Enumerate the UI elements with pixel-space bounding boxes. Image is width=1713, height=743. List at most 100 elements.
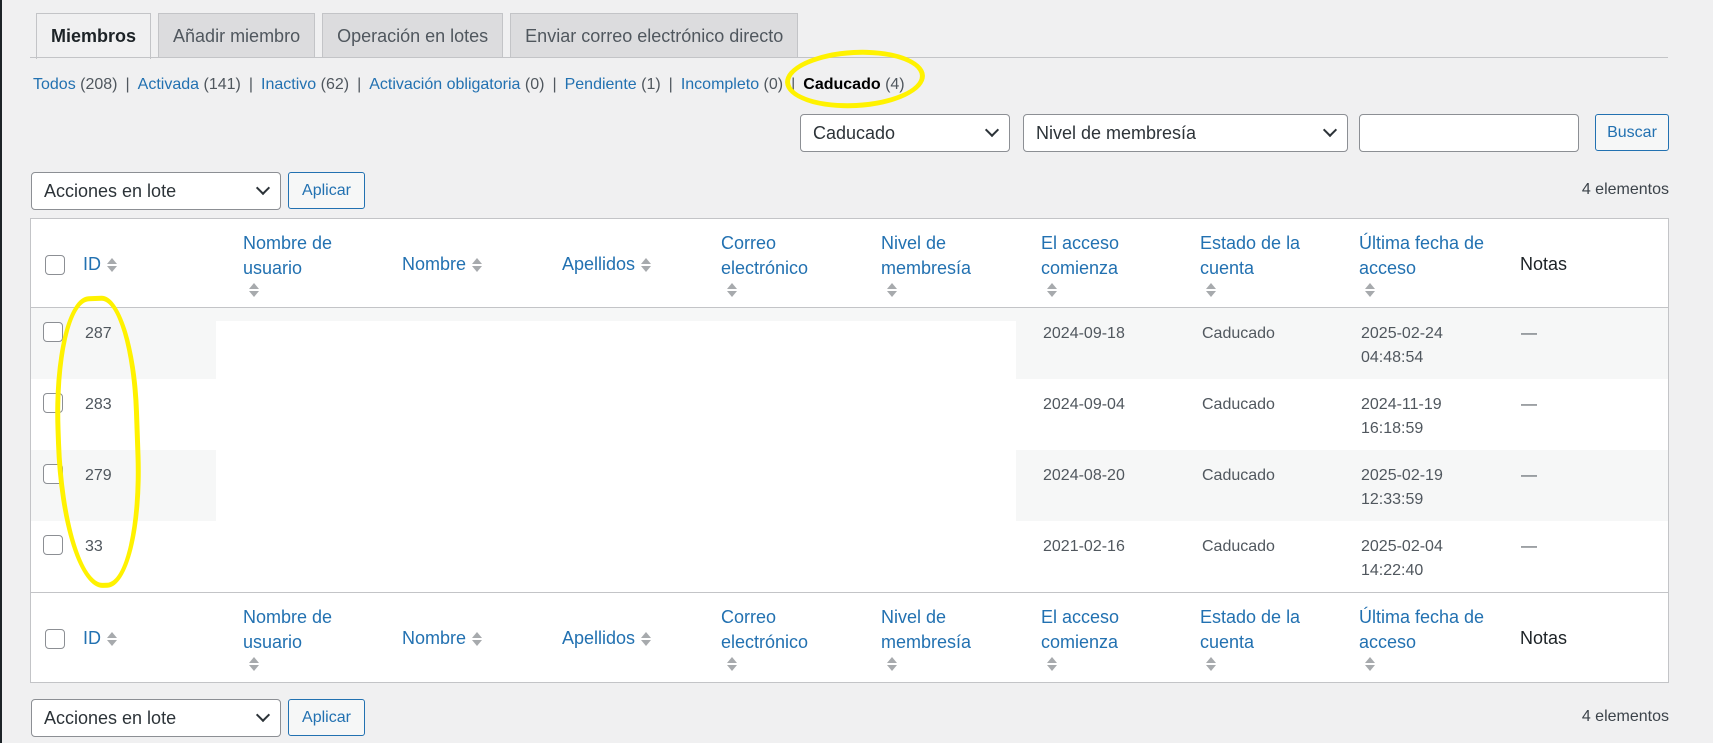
column-footer-last-name[interactable]: Apellidos [562, 626, 652, 651]
column-account-status-label: Estado de la cuenta [1200, 233, 1301, 278]
cell-last-access: 2025-02-04 14:22:40 [1361, 538, 1443, 579]
chevron-down-icon [255, 180, 271, 196]
column-username-label: Nombre de usuario [243, 607, 333, 652]
cell-last-access: 2025-02-19 12:33:59 [1361, 467, 1443, 508]
select-all-checkbox[interactable] [45, 255, 65, 275]
column-last-access-label: Última fecha de acceso [1359, 233, 1485, 278]
cell-last-access: 2025-02-24 04:48:54 [1361, 325, 1443, 366]
column-last-access-label: Última fecha de acceso [1359, 607, 1485, 652]
cell-notes: — [1521, 325, 1537, 342]
sort-icon [1047, 657, 1057, 671]
filter-incompleto[interactable]: Incompleto (0) [681, 76, 783, 94]
column-header-last-name[interactable]: Apellidos [562, 252, 652, 277]
cell-id: 33 [85, 538, 103, 555]
column-header-username[interactable]: Nombre de usuario [243, 231, 373, 297]
filter-caducado[interactable]: Caducado (4) [803, 76, 904, 94]
tab-miembros[interactable]: Miembros [36, 13, 152, 59]
column-id-label: ID [83, 254, 101, 274]
chevron-down-icon [1322, 122, 1338, 138]
column-header-last-access[interactable]: Última fecha de acceso [1359, 231, 1499, 297]
cell-notes: — [1521, 396, 1537, 413]
sort-icon [1047, 283, 1057, 297]
column-footer-first-name[interactable]: Nombre [402, 626, 483, 651]
bulk-actions-select-bottom[interactable]: Acciones en lote [31, 699, 281, 737]
column-notes-label: Notas [1520, 254, 1568, 274]
table-footer: ID Nombre de usuario Nombre Apellidos Co… [31, 592, 1668, 682]
column-first-name-label: Nombre [402, 254, 467, 274]
column-footer-id[interactable]: ID [83, 626, 117, 651]
membership-level-select[interactable]: Nivel de membresía [1023, 114, 1348, 152]
select-all-checkbox-footer[interactable] [45, 629, 65, 649]
column-email-label: Correo electrónico [721, 233, 809, 278]
status-select-value: Caducado [813, 122, 896, 143]
tab-anadir-miembro[interactable]: Añadir miembro [158, 13, 316, 58]
sort-icon [727, 657, 737, 671]
cell-status: Caducado [1202, 467, 1275, 484]
column-footer-account-status[interactable]: Estado de la cuenta [1200, 605, 1310, 671]
bulk-actions-select-value: Acciones en lote [44, 180, 177, 201]
column-header-email[interactable]: Correo electrónico [721, 231, 831, 297]
column-header-id[interactable]: ID [83, 252, 117, 277]
cell-id: 279 [85, 467, 112, 484]
sort-icon [887, 657, 897, 671]
sort-icon [249, 657, 259, 671]
cell-notes: — [1521, 467, 1537, 484]
column-header-access-start[interactable]: El acceso comienza [1041, 231, 1131, 297]
cell-access-start: 2021-02-16 [1043, 538, 1125, 555]
filter-activacion-obligatoria[interactable]: Activación obligatoria (0) [369, 76, 544, 94]
sort-icon [107, 258, 117, 273]
separator: | [668, 76, 673, 93]
separator: | [248, 76, 254, 93]
tab-enviar-correo[interactable]: Enviar correo electrónico directo [510, 13, 799, 58]
column-footer-email[interactable]: Correo electrónico [721, 605, 831, 671]
column-id-label: ID [83, 628, 101, 648]
column-first-name-label: Nombre [402, 628, 467, 648]
sort-icon [472, 258, 483, 273]
redacted-area [216, 321, 1016, 591]
row-checkbox[interactable] [43, 393, 63, 413]
sort-icon [1206, 657, 1216, 671]
column-footer-notes: Notas [1520, 626, 1567, 651]
membership-level-select-value: Nivel de membresía [1036, 122, 1197, 143]
chevron-down-icon [984, 122, 1000, 138]
sort-icon [727, 283, 737, 297]
table-header: ID Nombre de usuario Nombre Apellidos Co… [31, 219, 1668, 308]
column-footer-level[interactable]: Nivel de membresía [881, 605, 991, 671]
column-notes-label: Notas [1520, 628, 1568, 648]
filter-inactivo[interactable]: Inactivo (62) [261, 76, 349, 94]
column-last-name-label: Apellidos [562, 254, 636, 274]
filter-activada[interactable]: Activada (141) [138, 76, 241, 94]
separator: | [552, 76, 557, 93]
column-level-label: Nivel de membresía [881, 607, 972, 652]
column-footer-username[interactable]: Nombre de usuario [243, 605, 373, 671]
column-header-first-name[interactable]: Nombre [402, 252, 483, 277]
apply-button-top[interactable]: Aplicar [288, 172, 365, 209]
bulk-actions-select-top[interactable]: Acciones en lote [31, 172, 281, 210]
column-header-account-status[interactable]: Estado de la cuenta [1200, 231, 1310, 297]
row-checkbox[interactable] [43, 464, 63, 484]
separator: | [357, 76, 362, 93]
filter-todos[interactable]: Todos (208) [33, 76, 118, 94]
status-filters: Todos (208) | Activada (141) | Inactivo … [33, 76, 905, 94]
tab-operacion-en-lotes[interactable]: Operación en lotes [322, 13, 504, 58]
column-username-label: Nombre de usuario [243, 233, 333, 278]
apply-button-bottom[interactable]: Aplicar [288, 699, 365, 736]
row-checkbox[interactable] [43, 535, 63, 555]
status-select[interactable]: Caducado [800, 114, 1010, 152]
column-header-level[interactable]: Nivel de membresía [881, 231, 991, 297]
search-button[interactable]: Buscar [1595, 114, 1669, 151]
separator: | [125, 76, 130, 93]
column-footer-last-access[interactable]: Última fecha de acceso [1359, 605, 1499, 671]
cell-id: 287 [85, 325, 112, 342]
cell-access-start: 2024-08-20 [1043, 467, 1125, 484]
search-input[interactable] [1359, 114, 1579, 152]
column-email-label: Correo electrónico [721, 607, 809, 652]
sort-icon [1365, 283, 1375, 297]
cell-last-access: 2024-11-19 16:18:59 [1361, 396, 1442, 437]
column-footer-access-start[interactable]: El acceso comienza [1041, 605, 1131, 671]
column-account-status-label: Estado de la cuenta [1200, 607, 1301, 652]
filter-pendiente[interactable]: Pendiente (1) [565, 76, 661, 94]
row-checkbox[interactable] [43, 322, 63, 342]
column-access-start-label: El acceso comienza [1041, 607, 1120, 652]
chevron-down-icon [255, 707, 271, 723]
